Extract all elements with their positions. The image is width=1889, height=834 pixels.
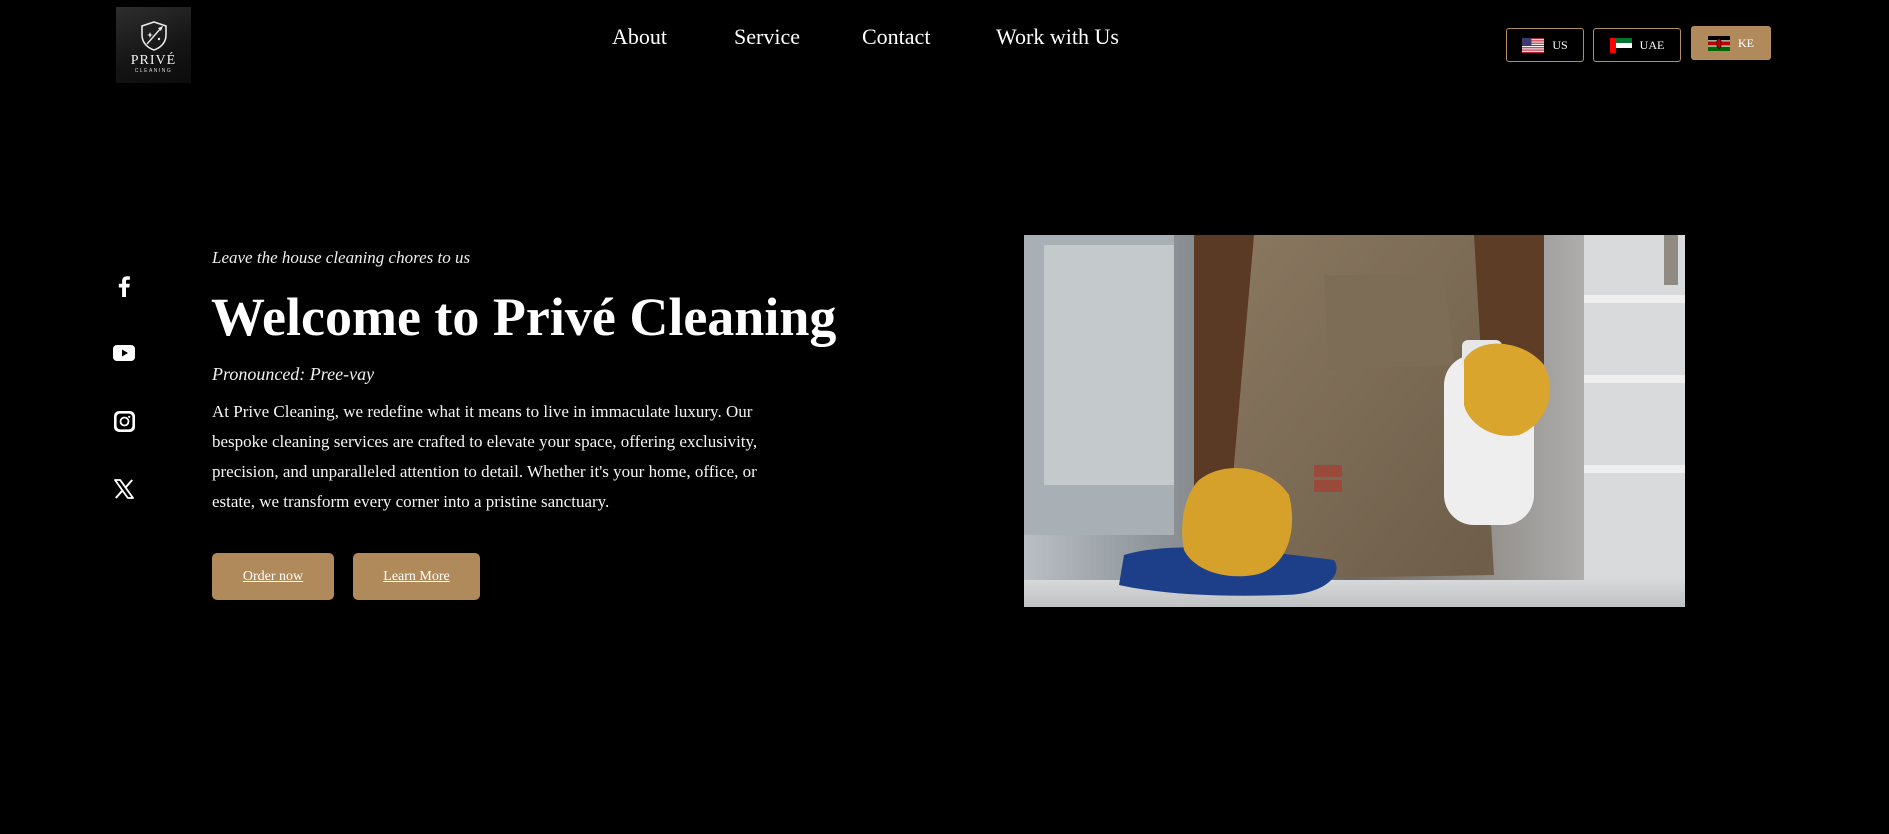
region-us-label: US bbox=[1552, 37, 1568, 52]
logo-subtitle: CLEANING bbox=[134, 68, 173, 74]
logo-name: PRIVÉ bbox=[130, 53, 177, 68]
region-ke-button[interactable]: KE bbox=[1691, 26, 1771, 60]
order-now-button[interactable]: Order now bbox=[212, 553, 334, 600]
hero-cleaning-image bbox=[1024, 235, 1685, 607]
nav-work-with-us-link[interactable]: Work with Us bbox=[996, 22, 1119, 52]
region-ke-label: KE bbox=[1738, 35, 1754, 50]
page: PRIVÉ CLEANING About Service Contact Wor… bbox=[0, 0, 1889, 834]
region-uae-button[interactable]: UAE bbox=[1593, 28, 1681, 62]
facebook-link[interactable] bbox=[112, 274, 136, 298]
hero-description: At Prive Cleaning, we redefine what it m… bbox=[212, 402, 758, 511]
us-flag-icon bbox=[1522, 37, 1545, 53]
facebook-icon bbox=[118, 276, 130, 297]
instagram-link[interactable] bbox=[112, 409, 136, 433]
region-us-button[interactable]: US bbox=[1506, 28, 1584, 62]
hero-tagline: Leave the house cleaning chores to us bbox=[212, 248, 471, 267]
instagram-icon bbox=[113, 410, 135, 432]
nav-service-link[interactable]: Service bbox=[734, 22, 800, 52]
x-icon bbox=[114, 479, 134, 499]
region-uae-label: UAE bbox=[1639, 37, 1665, 52]
x-twitter-link[interactable] bbox=[112, 477, 136, 501]
uae-flag-icon bbox=[1609, 37, 1632, 53]
nav-about-link[interactable]: About bbox=[612, 22, 667, 52]
youtube-icon bbox=[113, 345, 135, 361]
pronunciation-note: Pronounced: Pree-vay bbox=[212, 364, 375, 384]
nav-contact-link[interactable]: Contact bbox=[862, 22, 930, 52]
youtube-link[interactable] bbox=[112, 341, 136, 365]
learn-more-button[interactable]: Learn More bbox=[353, 553, 480, 600]
kenya-flag-icon bbox=[1708, 35, 1730, 51]
hero-title: Welcome to Privé Cleaning bbox=[211, 287, 837, 347]
